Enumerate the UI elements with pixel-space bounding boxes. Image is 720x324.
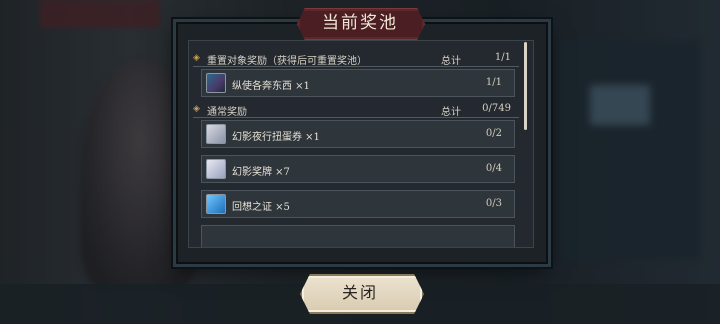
item-name: 幻影夜行扭蛋券 ×1 xyxy=(232,132,320,143)
item-count: 1/1 xyxy=(485,77,502,88)
diamond-icon: ◈ xyxy=(193,104,200,114)
item-count: 0/4 xyxy=(485,163,502,174)
close-button[interactable] xyxy=(300,274,424,314)
total-value: 1/1 xyxy=(494,52,511,63)
item-name: 回想之证 ×5 xyxy=(232,202,290,213)
list-item[interactable] xyxy=(201,225,515,247)
section-label: 重置对象奖励（获得后可重置奖池） xyxy=(207,56,367,67)
prize-pool-dialog: ◈ 重置对象奖励（获得后可重置奖池） 总计 1/1 纵使各奔东西 ×1 1/1 … xyxy=(176,22,548,264)
ticket-icon xyxy=(206,124,226,144)
item-count: 0/3 xyxy=(485,198,502,209)
cards-icon xyxy=(206,73,226,93)
list-item[interactable]: 回想之证 ×5 0/3 xyxy=(201,190,515,218)
total-label: 总计 xyxy=(441,56,461,67)
total-label: 总计 xyxy=(441,107,461,118)
list-item[interactable]: 幻影夜行扭蛋券 ×1 0/2 xyxy=(201,120,515,148)
list-item[interactable]: 幻影奖牌 ×7 0/4 xyxy=(201,155,515,183)
medal-icon xyxy=(206,159,226,179)
crystal-icon xyxy=(206,194,226,214)
item-name: 幻影奖牌 ×7 xyxy=(232,167,290,178)
section-divider xyxy=(193,117,519,118)
total-value: 0/749 xyxy=(482,103,511,114)
item-count: 0/2 xyxy=(485,128,502,139)
prize-pool-list[interactable]: ◈ 重置对象奖励（获得后可重置奖池） 总计 1/1 纵使各奔东西 ×1 1/1 … xyxy=(188,40,534,248)
section-header-reset: ◈ 重置对象奖励（获得后可重置奖池） 总计 1/1 xyxy=(189,51,519,67)
dialog-title: 当前奖池 xyxy=(322,13,398,33)
item-name: 纵使各奔东西 ×1 xyxy=(232,81,310,92)
diamond-icon: ◈ xyxy=(193,53,200,63)
scrollbar[interactable] xyxy=(524,42,527,130)
section-label: 通常奖励 xyxy=(207,107,247,118)
section-header-normal: ◈ 通常奖励 总计 0/749 xyxy=(189,102,519,118)
section-divider xyxy=(193,66,519,67)
list-item[interactable]: 纵使各奔东西 ×1 1/1 xyxy=(201,69,515,97)
